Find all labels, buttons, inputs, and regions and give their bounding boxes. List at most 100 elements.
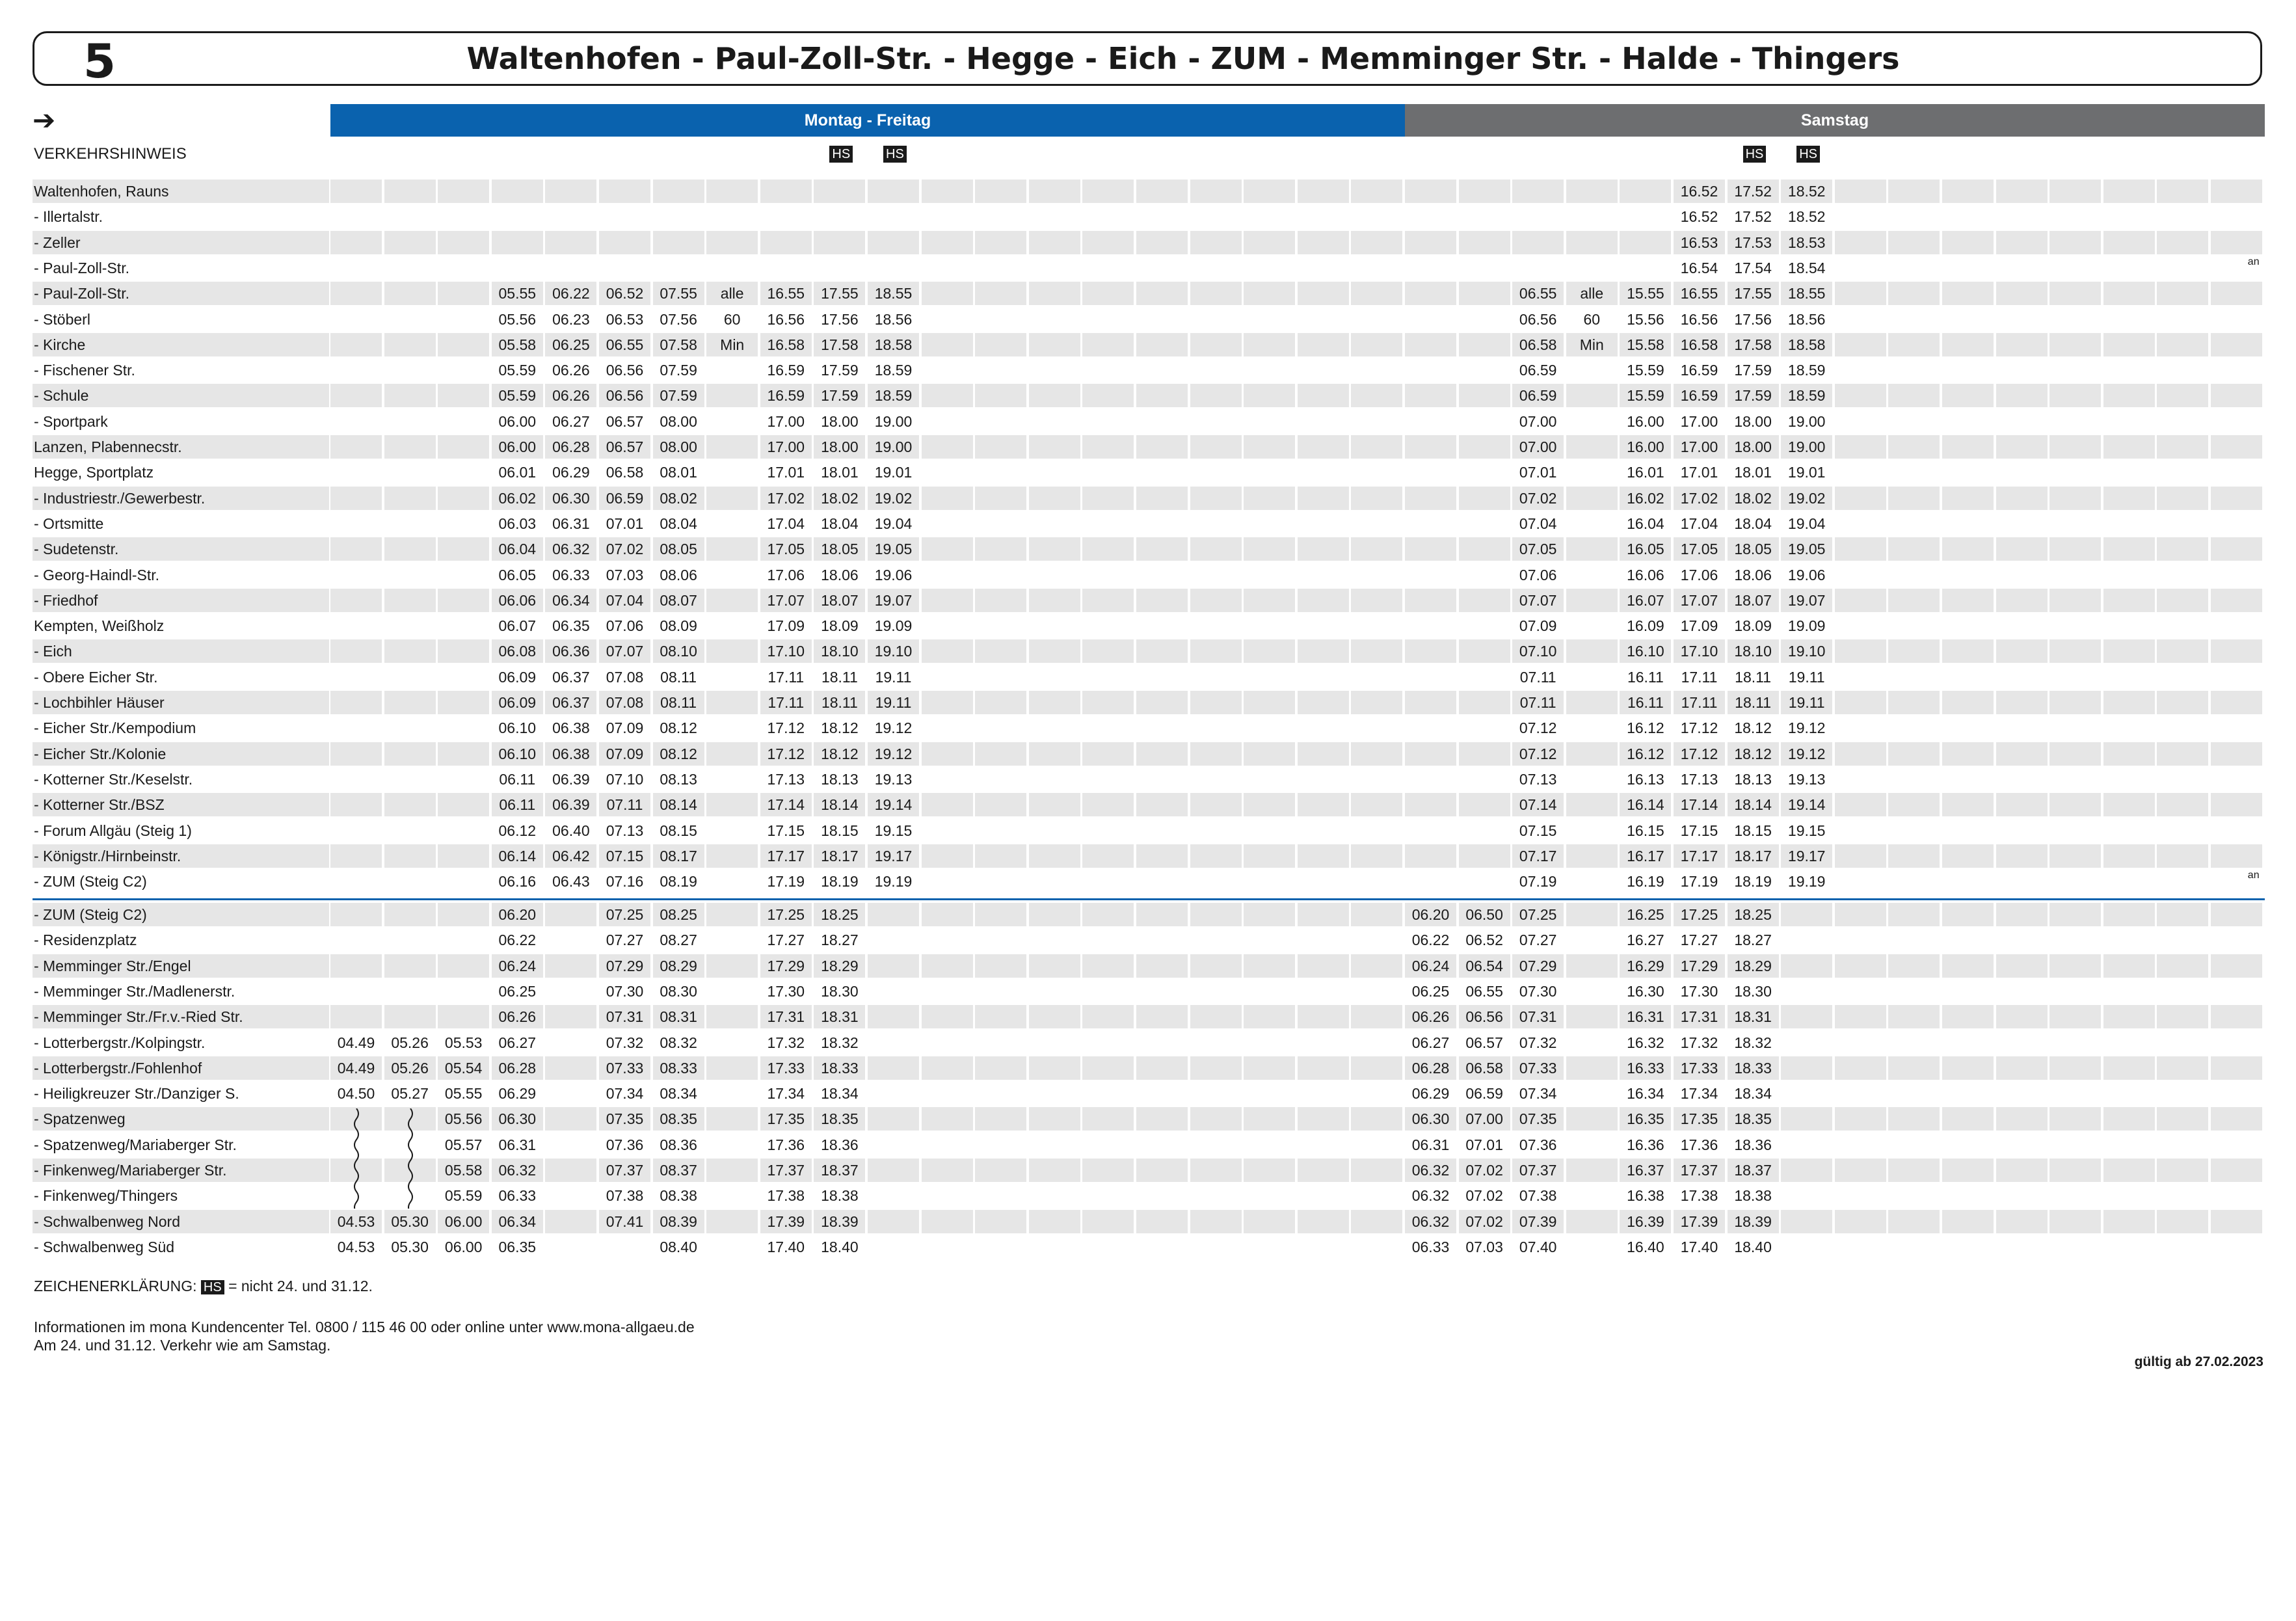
time-cell: 19.15: [874, 822, 913, 839]
time-cell: [921, 435, 973, 459]
time-cell: [1297, 1107, 1349, 1131]
time-cell: [438, 691, 490, 714]
time-cell: [1888, 742, 1940, 766]
time-cell: [1405, 308, 1456, 331]
time-cell: [2157, 639, 2209, 663]
time-cell: [1244, 903, 1296, 926]
time-cell: [706, 435, 758, 459]
time-cell: 17.12: [1674, 742, 1725, 766]
legend-hs-badge: HS: [200, 1280, 224, 1294]
time-cell: 18.05: [814, 537, 866, 561]
time-cell: 07.11: [599, 793, 650, 817]
time-cell: [1082, 793, 1134, 817]
time-cell: [1351, 1107, 1403, 1131]
time-cell: [545, 954, 597, 978]
legend-label: ZEICHENERKLÄRUNG:: [34, 1278, 197, 1294]
time-cell: [2211, 639, 2262, 663]
time-cell: [706, 716, 758, 740]
time-cell: [1136, 793, 1188, 817]
time-cell: [1136, 1031, 1188, 1054]
table-row: - Finkenweg/Thingers 05.59 06.33 07.38 08.38…: [33, 1184, 2265, 1207]
time-cell: [2049, 486, 2102, 510]
time-cell: 18.29: [814, 954, 866, 978]
time-cell: [2211, 410, 2262, 433]
table-row: - Kotterner Str./BSZ 06.11 06.39 07.11 08.14…: [33, 793, 2265, 817]
table-row: - Lotterbergstr./Fohlenhof 04.49 05.26 05.5…: [33, 1056, 2265, 1080]
time-cell: [2211, 230, 2262, 254]
time-cell: 07.19: [1519, 873, 1557, 891]
time-cell: [706, 614, 758, 637]
time-cell: 05.27: [391, 1085, 429, 1103]
time-cell: [921, 903, 973, 926]
time-cell: [2157, 1133, 2208, 1157]
time-cell: 06.26: [552, 362, 590, 379]
time-cell: [1136, 486, 1188, 510]
time-cell: [975, 903, 1027, 926]
time-cell: 06.34: [545, 588, 597, 612]
time-cell: 06.11: [499, 770, 536, 788]
traffic-notice-label: VERKEHRSHINWEIS: [34, 145, 187, 163]
time-cell: 06.28: [1405, 1056, 1456, 1080]
time-cell: 18.17: [1727, 844, 1779, 868]
time-cell: [2157, 180, 2209, 203]
table-row: - Eicher Str./Kolonie 06.10 06.38 07.09 08.1…: [33, 742, 2265, 766]
time-cell: 06.02: [491, 486, 543, 510]
time-cell: [330, 230, 382, 254]
time-cell: 18.11: [1735, 668, 1772, 686]
time-cell: 05.55: [491, 282, 543, 306]
time-cell: 18.59: [868, 384, 919, 408]
time-cell: 18.40: [821, 1238, 859, 1255]
time-cell: 08.00: [660, 412, 697, 430]
time-cell: 07.34: [606, 1085, 644, 1103]
time-cell: [706, 512, 758, 535]
time-cell: [1136, 435, 1188, 459]
time-cell: 15.56: [1627, 310, 1664, 328]
time-cell: [922, 410, 973, 433]
time-cell: [1190, 819, 1242, 842]
time-cell: [922, 563, 973, 587]
time-cell: [2049, 461, 2101, 484]
time-cell: [706, 256, 758, 280]
time-cell: 08.05: [652, 537, 704, 561]
time-cell: [1512, 256, 1564, 280]
time-cell: [1244, 486, 1296, 510]
time-cell: [2103, 537, 2155, 561]
time-cell: [330, 282, 382, 306]
time-cell: [1244, 614, 1295, 637]
time-cell: [868, 1184, 919, 1207]
time-cell: [1298, 928, 1349, 952]
time-cell: 17.55: [814, 282, 866, 306]
time-cell: [545, 1209, 597, 1233]
time-cell: [975, 512, 1026, 535]
time-cell: [1888, 410, 1940, 433]
time-cell: [1888, 1209, 1940, 1233]
time-cell: 17.19: [1680, 873, 1718, 891]
time-cell: [1996, 614, 2048, 637]
time-cell: [1190, 614, 1242, 637]
time-cell: [1190, 1107, 1242, 1131]
time-cell: [2157, 563, 2208, 587]
time-cell: [868, 1235, 919, 1259]
time-cell: [1028, 742, 1080, 766]
time-cell: [384, 691, 436, 714]
time-cell: [706, 1209, 758, 1233]
time-cell: [1244, 410, 1295, 433]
time-cell: 07.00: [1512, 435, 1564, 459]
time-cell: [1082, 537, 1134, 561]
time-cell: [2049, 358, 2101, 382]
time-cell: [975, 870, 1026, 893]
time-cell: [1351, 1133, 1402, 1157]
time-cell: [384, 205, 436, 228]
time-cell: 06.54: [1458, 954, 1510, 978]
time-cell: [1190, 639, 1242, 663]
time-cell: [975, 928, 1026, 952]
time-cell: [653, 205, 704, 228]
time-cell: [1781, 1031, 1832, 1054]
stop-name: - Eich: [33, 639, 329, 663]
time-cell: [1834, 793, 1886, 817]
time-cell: [1459, 768, 1510, 791]
time-cell: [1566, 230, 1618, 254]
time-cell: [1082, 928, 1134, 952]
time-cell: 05.59: [491, 384, 543, 408]
time-cell: [760, 256, 812, 280]
